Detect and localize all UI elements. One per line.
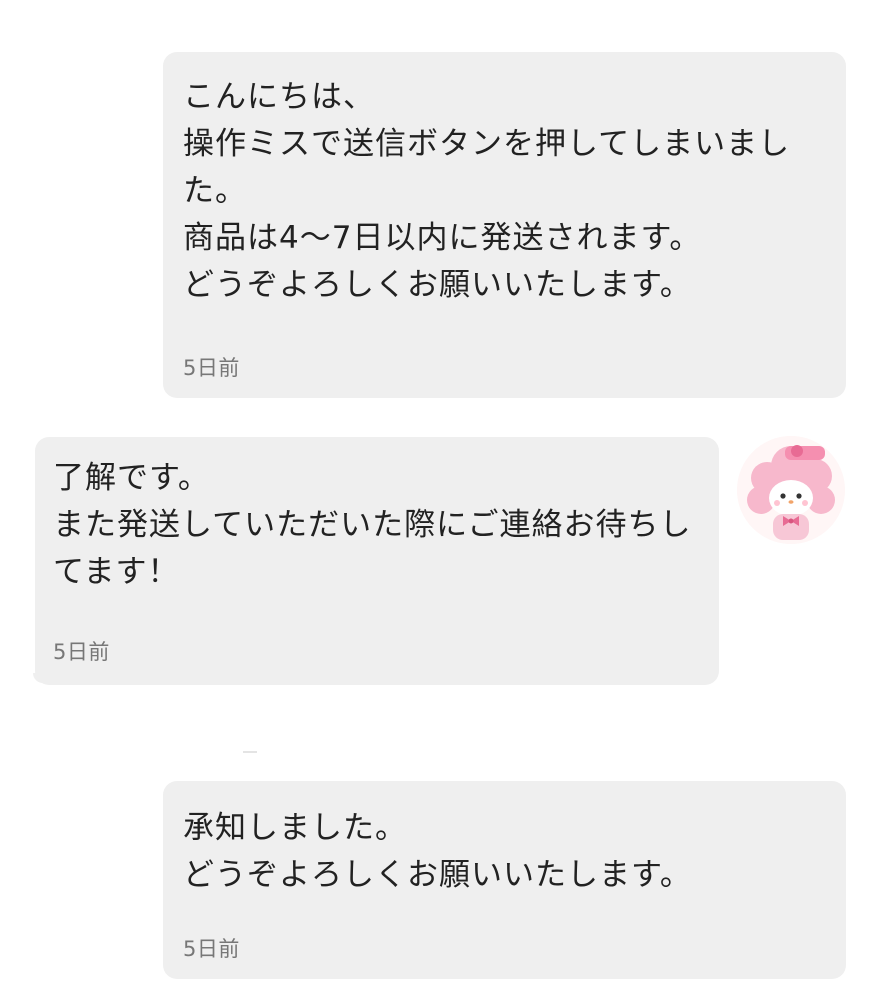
message-text: 了解です。 また発送していただいた際にご連絡お待ちしてます！ [53, 460, 692, 590]
divider [243, 751, 257, 753]
message-timestamp: 5日前 [53, 640, 110, 664]
pink-rabbit-character-icon [737, 436, 845, 544]
message-bubble-sent[interactable]: こんにちは、 操作ミスで送信ボタンを押してしまいました。 商品は4〜7日以内に発… [163, 52, 846, 398]
message-text: 承知しました。 どうぞよろしくお願いいたします。 [183, 810, 692, 893]
chat-thread: こんにちは、 操作ミスで送信ボタンを押してしまいました。 商品は4〜7日以内に発… [0, 0, 882, 999]
message-bubble-received[interactable]: 了解です。 また発送していただいた際にご連絡お待ちしてます！ 5日前 [33, 437, 719, 685]
message-text: こんにちは、 操作ミスで送信ボタンを押してしまいました。 商品は4〜7日以内に発… [183, 79, 791, 303]
bubble-tail [33, 673, 47, 683]
message-timestamp: 5日前 [183, 356, 240, 380]
message-bubble-sent[interactable]: 承知しました。 どうぞよろしくお願いいたします。 5日前 [163, 781, 846, 979]
message-timestamp: 5日前 [183, 937, 240, 961]
avatar[interactable] [737, 436, 845, 544]
